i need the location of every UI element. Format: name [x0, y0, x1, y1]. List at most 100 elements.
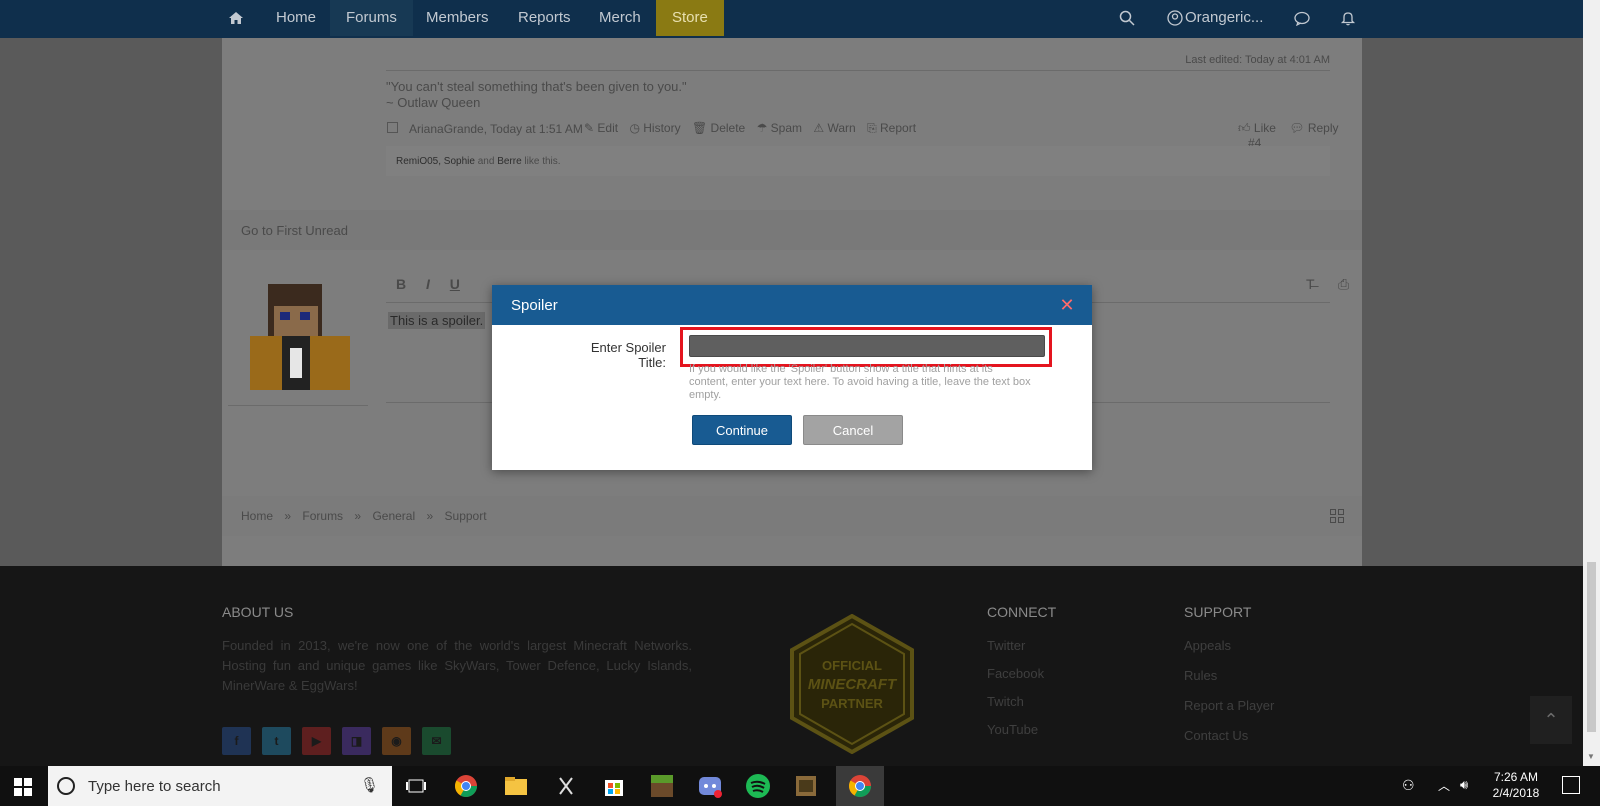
- nav-store[interactable]: Store: [656, 0, 724, 36]
- nav-merch[interactable]: Merch: [583, 0, 657, 36]
- nav-members[interactable]: Members: [410, 0, 505, 36]
- email-icon[interactable]: ✉: [422, 727, 451, 755]
- file-explorer-icon[interactable]: [502, 772, 530, 800]
- scrollbar-thumb[interactable]: [1587, 562, 1596, 732]
- search-icon[interactable]: [1109, 0, 1145, 36]
- history-icon: ◷: [629, 121, 640, 135]
- reply-link[interactable]: Reply: [1308, 121, 1339, 135]
- select-checkbox[interactable]: [387, 122, 398, 133]
- spam-link[interactable]: Spam: [771, 121, 802, 135]
- twitch-icon[interactable]: ◨: [342, 727, 371, 755]
- minecraft-partner-badge: OFFICIAL MINECRAFT PARTNER: [788, 613, 916, 755]
- cancel-button[interactable]: Cancel: [803, 415, 903, 445]
- breadcrumb-sep: »: [354, 509, 362, 523]
- chat-icon[interactable]: [1284, 0, 1320, 36]
- warn-link[interactable]: Warn: [827, 121, 855, 135]
- youtube-icon[interactable]: ▶: [302, 727, 331, 755]
- footer-link-contact[interactable]: Contact Us: [1184, 728, 1248, 743]
- breadcrumb-sep: »: [284, 509, 292, 523]
- editor-content[interactable]: This is a spoiler.: [388, 312, 486, 329]
- breadcrumb-forums[interactable]: Forums: [302, 509, 343, 523]
- dialog-title: Spoiler: [511, 297, 558, 314]
- likes-bar: RemiO05, Sophie and Berre like this.: [386, 146, 1330, 176]
- breadcrumb-general[interactable]: General: [372, 509, 415, 523]
- footer-link-report-player[interactable]: Report a Player: [1184, 698, 1274, 713]
- spoiler-title-label: Enter Spoiler Title:: [590, 340, 666, 370]
- edit-icon: ✎: [584, 121, 595, 135]
- delete-link[interactable]: Delete: [711, 121, 746, 135]
- footer-link-facebook[interactable]: Facebook: [987, 666, 1044, 681]
- bold-button[interactable]: B: [396, 276, 406, 292]
- report-link[interactable]: Report: [880, 121, 916, 135]
- snipping-tool-icon[interactable]: [552, 772, 580, 800]
- chevron-up-icon[interactable]: ︿: [1438, 777, 1450, 794]
- clock-date: 2/4/2018: [1492, 786, 1540, 800]
- likes-and: and: [477, 156, 495, 167]
- like-link[interactable]: Like: [1254, 121, 1276, 135]
- bbcode-toggle-icon[interactable]: ⎙: [1338, 276, 1349, 293]
- likes-users[interactable]: RemiO05, Sophie: [396, 156, 475, 167]
- chrome-icon[interactable]: [452, 772, 480, 800]
- last-edited: Last edited: Today at 4:01 AM: [1185, 54, 1330, 66]
- user-menu[interactable]: Orangeric...: [1177, 0, 1271, 36]
- taskbar-search[interactable]: Type here to search 🎙︎: [48, 766, 392, 806]
- history-link[interactable]: History: [643, 121, 680, 135]
- taskbar-search-placeholder: Type here to search: [88, 778, 221, 795]
- people-icon[interactable]: ⚇: [1402, 777, 1415, 794]
- post-actions: ✎ Edit ◷ History 🗑︎ Delete ☂︎ Spam ⚠︎ Wa…: [584, 121, 916, 136]
- likes-suffix: like this.: [524, 156, 561, 167]
- grid-icon[interactable]: [1330, 509, 1344, 526]
- about-text: Founded in 2013, we're now one of the wo…: [222, 638, 692, 693]
- discord-icon[interactable]: [696, 772, 724, 800]
- support-title: SUPPORT: [1184, 604, 1252, 620]
- nav-reports[interactable]: Reports: [502, 0, 587, 36]
- nav-forums[interactable]: Forums: [330, 0, 413, 36]
- rss-icon[interactable]: ◉: [382, 727, 411, 755]
- breadcrumb-home[interactable]: Home: [241, 509, 273, 523]
- microphone-icon[interactable]: 🎙︎: [360, 776, 379, 794]
- facebook-icon[interactable]: f: [222, 727, 251, 755]
- likes-last-user[interactable]: Berre: [497, 156, 521, 167]
- clock[interactable]: 7:26 AM 2/4/2018: [1486, 770, 1546, 800]
- volume-icon[interactable]: 🔊︎: [1460, 777, 1468, 793]
- windows-start-icon[interactable]: [14, 778, 32, 799]
- post-author-meta[interactable]: ArianaGrande, Today at 1:51 AM: [409, 122, 583, 136]
- about-title: ABOUT US: [222, 604, 294, 620]
- breadcrumb-support[interactable]: Support: [445, 509, 487, 523]
- footer-link-rules[interactable]: Rules: [1184, 668, 1217, 683]
- underline-button[interactable]: U: [450, 276, 460, 292]
- minecraft-icon[interactable]: [648, 772, 676, 800]
- scroll-top-icon[interactable]: ⌃: [1530, 696, 1572, 744]
- close-icon[interactable]: ✕: [1058, 296, 1076, 314]
- footer-link-twitter[interactable]: Twitter: [987, 638, 1025, 653]
- continue-button[interactable]: Continue: [692, 415, 792, 445]
- dialog-header: Spoiler ✕: [492, 285, 1092, 325]
- home-icon[interactable]: [218, 0, 254, 36]
- bell-icon[interactable]: [1330, 0, 1366, 36]
- minecraft-launcher-icon[interactable]: [792, 772, 820, 800]
- spam-icon: ☂︎: [756, 121, 768, 135]
- spoiler-title-input[interactable]: [689, 335, 1045, 357]
- page-scrollbar[interactable]: ▼: [1583, 0, 1600, 766]
- store-icon[interactable]: [600, 772, 628, 800]
- edit-link[interactable]: Edit: [597, 121, 618, 135]
- nav-home[interactable]: Home: [260, 0, 332, 36]
- twitter-icon[interactable]: t: [262, 727, 291, 755]
- scroll-down-icon[interactable]: ▼: [1587, 752, 1595, 761]
- windows-taskbar: Type here to search 🎙︎ ⚇ ︿ 🔊︎ 7:26 AM 2/…: [0, 766, 1600, 806]
- signature-quote: "You can't steal something that's been g…: [386, 79, 687, 94]
- clear-format-icon[interactable]: T̶: [1306, 276, 1315, 292]
- chrome-active-icon[interactable]: [846, 772, 874, 800]
- task-view-icon[interactable]: [402, 772, 430, 800]
- signature-attribution: ~ Outlaw Queen: [386, 95, 481, 110]
- notification-icon[interactable]: [1562, 776, 1580, 794]
- footer-link-youtube[interactable]: YouTube: [987, 722, 1038, 737]
- report-icon: ⎘: [867, 121, 877, 135]
- italic-button[interactable]: I: [426, 276, 430, 292]
- trash-icon: 🗑︎: [691, 121, 708, 135]
- spotify-icon[interactable]: [744, 772, 772, 800]
- footer-link-appeals[interactable]: Appeals: [1184, 638, 1231, 653]
- footer-link-twitch[interactable]: Twitch: [987, 694, 1024, 709]
- breadcrumb: Home » Forums » General » Support: [222, 496, 1362, 536]
- go-first-unread[interactable]: Go to First Unread: [241, 223, 348, 238]
